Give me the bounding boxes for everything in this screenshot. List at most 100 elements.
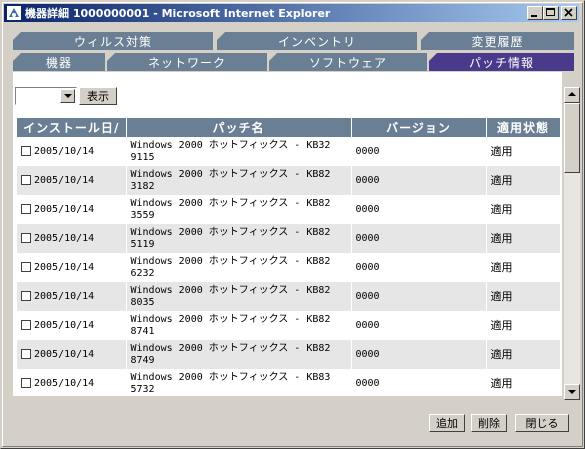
table-row[interactable]: 2005/10/14 Windows 2000 ホットフィックス - KB83 57…: [17, 369, 560, 393]
close-icon: [564, 8, 573, 17]
tab-label: ネットワーク: [147, 55, 226, 70]
row-checkbox[interactable]: [21, 174, 31, 185]
table-row[interactable]: 2005/10/14 Windows 2000 ホットフィックス - KB82 51…: [17, 224, 560, 253]
install-date: 2005/10/14: [34, 290, 95, 302]
install-date: 2005/10/14: [34, 348, 95, 360]
table-row[interactable]: 2005/10/14 Windows 2000 ホットフィックス - KB82 35…: [17, 195, 560, 224]
minimize-icon: [531, 15, 537, 17]
scroll-up-arrow-icon[interactable]: [564, 87, 580, 103]
install-date-cell: 2005/10/14: [17, 282, 127, 311]
maximize-button[interactable]: [543, 6, 559, 20]
filter-select[interactable]: [15, 87, 77, 105]
install-date-cell: 2005/10/14: [17, 311, 127, 340]
vertical-scrollbar[interactable]: [564, 87, 580, 400]
install-date: 2005/10/14: [34, 174, 95, 186]
patch-name-line1: Windows 2000 ホットフィックス - KB82: [130, 197, 331, 209]
row-checkbox[interactable]: [21, 377, 31, 388]
row-checkbox[interactable]: [21, 261, 31, 272]
patch-name-cell: Windows 2000 ホットフィックス - KB82 8749: [126, 340, 352, 369]
close-button[interactable]: 閉じる: [515, 414, 569, 432]
table-row[interactable]: 2005/10/14 Windows 2000 ホットフィックス - KB82 80…: [17, 282, 560, 311]
install-date-cell: 2005/10/14: [17, 137, 127, 166]
add-button[interactable]: 追加: [429, 414, 465, 432]
tab-label: 機器: [45, 55, 72, 70]
install-date: 2005/10/14: [34, 232, 95, 244]
install-date-cell: 2005/10/14: [17, 166, 127, 195]
maximize-icon: [546, 8, 555, 16]
install-date-cell: 2005/10/14: [17, 253, 127, 282]
install-date-cell: 2005/10/14: [17, 369, 127, 393]
close-window-button[interactable]: [561, 6, 577, 20]
patch-name-cell: Windows 2000 ホットフィックス - KB82 3559: [126, 195, 352, 224]
window-title: 機器詳細 1000000001 - Microsoft Internet Exp…: [25, 7, 331, 20]
window-controls: [527, 6, 577, 20]
row-checkbox[interactable]: [21, 145, 31, 156]
state-cell: 適用: [486, 253, 560, 282]
patch-name-line1: Windows 2000 ホットフィックス - KB82: [130, 168, 331, 180]
version-cell: 0000: [351, 253, 487, 282]
tab-network[interactable]: ネットワーク: [107, 53, 267, 71]
patch-name-cell: Windows 2000 ホットフィックス - KB82 8035: [126, 282, 352, 311]
install-date: 2005/10/14: [34, 145, 95, 157]
patch-name-line1: Windows 2000 ホットフィックス - KB82: [130, 255, 331, 267]
patch-name-cell: Windows 2000 ホットフィックス - KB82 8741: [126, 311, 352, 340]
tab-device[interactable]: 機器: [13, 53, 105, 71]
version-cell: 0000: [351, 311, 487, 340]
version-cell: 0000: [351, 340, 487, 369]
patch-table-container: インストール日/ パッチ名 バージョン 適用状態 2005/10/14 Windo…: [17, 118, 560, 393]
row-checkbox[interactable]: [21, 232, 31, 243]
column-header-version[interactable]: バージョン: [351, 118, 487, 137]
install-date: 2005/10/14: [34, 377, 95, 389]
patch-name-line1: Windows 2000 ホットフィックス - KB82: [130, 342, 331, 354]
table-row[interactable]: 2005/10/14 Windows 2000 ホットフィックス - KB82 87…: [17, 311, 560, 340]
minimize-button[interactable]: [527, 6, 543, 20]
row-checkbox[interactable]: [21, 319, 31, 330]
state-cell: 適用: [486, 166, 560, 195]
column-header-install-date[interactable]: インストール日/: [17, 118, 127, 137]
patch-name-line2: 6232: [130, 267, 155, 279]
column-header-patch-name[interactable]: パッチ名: [126, 118, 352, 137]
scroll-down-arrow-icon[interactable]: [564, 384, 580, 400]
patch-name-cell: Windows 2000 ホットフィックス - KB82 3182: [126, 166, 352, 195]
patch-name-line1: Windows 2000 ホットフィックス - KB82: [130, 226, 331, 238]
tab-patch-info[interactable]: パッチ情報: [429, 53, 574, 71]
table-row[interactable]: 2005/10/14 Windows 2000 ホットフィックス - KB82 87…: [17, 340, 560, 369]
tab-software[interactable]: ソフトウェア: [269, 53, 427, 71]
state-cell: 適用: [486, 340, 560, 369]
chevron-down-icon[interactable]: [60, 89, 75, 103]
table-row[interactable]: 2005/10/14 Windows 2000 ホットフィックス - KB82 31…: [17, 166, 560, 195]
ie-window-icon: [6, 5, 22, 21]
patch-table: インストール日/ パッチ名 バージョン 適用状態 2005/10/14 Windo…: [17, 118, 560, 393]
title-bar[interactable]: 機器詳細 1000000001 - Microsoft Internet Exp…: [4, 4, 579, 22]
table-row[interactable]: 2005/10/14 Windows 2000 ホットフィックス - KB82 62…: [17, 253, 560, 282]
patch-name-cell: Windows 2000 ホットフィックス - KB82 6232: [126, 253, 352, 282]
install-date-cell: 2005/10/14: [17, 340, 127, 369]
state-cell: 適用: [486, 195, 560, 224]
column-label: インストール日: [23, 121, 114, 135]
column-header-state[interactable]: 適用状態: [486, 118, 560, 137]
scrollbar-thumb[interactable]: [564, 103, 580, 173]
delete-button[interactable]: 削除: [471, 414, 507, 432]
row-checkbox[interactable]: [21, 348, 31, 359]
patch-name-cell: Windows 2000 ホットフィックス - KB83 5732: [126, 369, 352, 393]
patch-name-cell: Windows 2000 ホットフィックス - KB82 5119: [126, 224, 352, 253]
tab-label: パッチ情報: [468, 55, 534, 70]
table-row[interactable]: 2005/10/14 Windows 2000 ホットフィックス - KB32 91…: [17, 137, 560, 166]
version-cell: 0000: [351, 369, 487, 393]
patch-name-line2: 5119: [130, 238, 155, 250]
tab-change-history[interactable]: 変更履歴: [421, 32, 574, 50]
state-cell: 適用: [486, 137, 560, 166]
row-checkbox[interactable]: [21, 290, 31, 301]
state-cell: 適用: [486, 311, 560, 340]
patch-name-line1: Windows 2000 ホットフィックス - KB83: [130, 371, 331, 383]
show-button[interactable]: 表示: [79, 87, 117, 105]
tab-label: インベントリ: [277, 34, 356, 49]
patch-name-line1: Windows 2000 ホットフィックス - KB82: [130, 284, 331, 296]
browser-window: 機器詳細 1000000001 - Microsoft Internet Exp…: [0, 0, 585, 449]
patch-name-line2: 8749: [130, 354, 155, 366]
tab-inventory[interactable]: インベントリ: [217, 32, 417, 50]
row-checkbox[interactable]: [21, 203, 31, 214]
tab-antivirus[interactable]: ウィルス対策: [13, 32, 213, 50]
install-date: 2005/10/14: [34, 261, 95, 273]
install-date: 2005/10/14: [34, 203, 95, 215]
